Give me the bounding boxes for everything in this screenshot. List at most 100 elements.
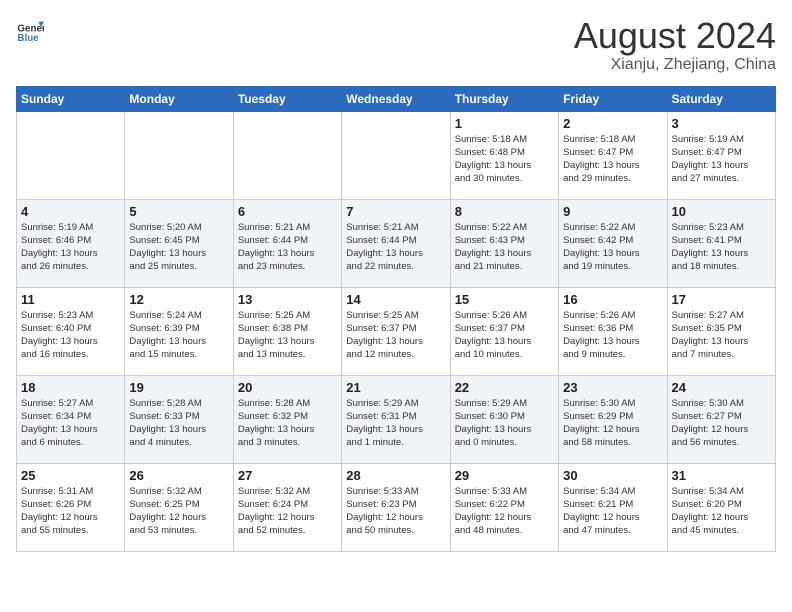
column-header-monday: Monday: [125, 86, 233, 111]
calendar-cell: 19Sunrise: 5:28 AM Sunset: 6:33 PM Dayli…: [125, 375, 233, 463]
day-info: Sunrise: 5:25 AM Sunset: 6:37 PM Dayligh…: [346, 309, 445, 362]
calendar-cell: 12 Sunrise: 5:24 AM Sunset: 6:39 PM Dayli…: [125, 287, 233, 375]
calendar-cell: 17 Sunrise: 5:27 AM Sunset: 6:35 PM Dayli…: [667, 287, 775, 375]
calendar-cell: [125, 111, 233, 199]
calendar-week-row: 1Sunrise: 5:18 AM Sunset: 6:48 PM Daylig…: [17, 111, 776, 199]
day-number: 7: [346, 204, 445, 219]
day-number: 2: [563, 116, 662, 131]
day-info: Sunrise: 5:32 AM Sunset: 6:25 PM Dayligh…: [129, 485, 228, 538]
column-header-thursday: Thursday: [450, 86, 558, 111]
day-number: 5: [129, 204, 228, 219]
location-subtitle: Xianju, Zhejiang, China: [574, 56, 776, 74]
calendar-week-row: 4Sunrise: 5:19 AM Sunset: 6:46 PM Daylig…: [17, 199, 776, 287]
day-number: 15: [455, 292, 554, 307]
calendar-cell: 15Sunrise: 5:26 AM Sunset: 6:37 PM Dayli…: [450, 287, 558, 375]
calendar-week-row: 18Sunrise: 5:27 AM Sunset: 6:34 PM Dayli…: [17, 375, 776, 463]
day-number: 20: [238, 380, 337, 395]
calendar-cell: 7 Sunrise: 5:21 AM Sunset: 6:44 PM Daylig…: [342, 199, 450, 287]
calendar-cell: 4Sunrise: 5:19 AM Sunset: 6:46 PM Daylig…: [17, 199, 125, 287]
day-info: Sunrise: 5:29 AM Sunset: 6:30 PM Dayligh…: [455, 397, 554, 450]
day-info: Sunrise: 5:22 AM Sunset: 6:43 PM Dayligh…: [455, 221, 554, 274]
calendar-cell: 23Sunrise: 5:30 AM Sunset: 6:29 PM Dayli…: [559, 375, 667, 463]
day-info: Sunrise: 5:34 AM Sunset: 6:20 PM Dayligh…: [672, 485, 771, 538]
day-number: 24: [672, 380, 771, 395]
calendar-cell: 9 Sunrise: 5:22 AM Sunset: 6:42 PM Daylig…: [559, 199, 667, 287]
day-number: 13: [238, 292, 337, 307]
day-info: Sunrise: 5:34 AM Sunset: 6:21 PM Dayligh…: [563, 485, 662, 538]
day-number: 14: [346, 292, 445, 307]
day-number: 27: [238, 468, 337, 483]
day-info: Sunrise: 5:21 AM Sunset: 6:44 PM Dayligh…: [346, 221, 445, 274]
calendar-cell: 8Sunrise: 5:22 AM Sunset: 6:43 PM Daylig…: [450, 199, 558, 287]
day-number: 17: [672, 292, 771, 307]
calendar-cell: 28 Sunrise: 5:33 AM Sunset: 6:23 PM Dayli…: [342, 463, 450, 551]
calendar-cell: [17, 111, 125, 199]
calendar-table: SundayMondayTuesdayWednesdayThursdayFrid…: [16, 86, 776, 552]
svg-text:Blue: Blue: [17, 33, 39, 44]
day-info: Sunrise: 5:30 AM Sunset: 6:27 PM Dayligh…: [672, 397, 771, 450]
day-info: Sunrise: 5:27 AM Sunset: 6:35 PM Dayligh…: [672, 309, 771, 362]
calendar-header-row: SundayMondayTuesdayWednesdayThursdayFrid…: [17, 86, 776, 111]
day-info: Sunrise: 5:24 AM Sunset: 6:39 PM Dayligh…: [129, 309, 228, 362]
calendar-cell: 2 Sunrise: 5:18 AM Sunset: 6:47 PM Daylig…: [559, 111, 667, 199]
day-info: Sunrise: 5:32 AM Sunset: 6:24 PM Dayligh…: [238, 485, 337, 538]
calendar-cell: 22 Sunrise: 5:29 AM Sunset: 6:30 PM Dayli…: [450, 375, 558, 463]
column-header-wednesday: Wednesday: [342, 86, 450, 111]
column-header-friday: Friday: [559, 86, 667, 111]
day-info: Sunrise: 5:27 AM Sunset: 6:34 PM Dayligh…: [21, 397, 120, 450]
day-number: 4: [21, 204, 120, 219]
day-number: 6: [238, 204, 337, 219]
calendar-cell: 1Sunrise: 5:18 AM Sunset: 6:48 PM Daylig…: [450, 111, 558, 199]
day-info: Sunrise: 5:18 AM Sunset: 6:47 PM Dayligh…: [563, 133, 662, 186]
day-number: 19: [129, 380, 228, 395]
day-info: Sunrise: 5:28 AM Sunset: 6:32 PM Dayligh…: [238, 397, 337, 450]
calendar-cell: 29 Sunrise: 5:33 AM Sunset: 6:22 PM Dayli…: [450, 463, 558, 551]
calendar-week-row: 11 Sunrise: 5:23 AM Sunset: 6:40 PM Dayli…: [17, 287, 776, 375]
day-info: Sunrise: 5:21 AM Sunset: 6:44 PM Dayligh…: [238, 221, 337, 274]
day-info: Sunrise: 5:20 AM Sunset: 6:45 PM Dayligh…: [129, 221, 228, 274]
day-info: Sunrise: 5:31 AM Sunset: 6:26 PM Dayligh…: [21, 485, 120, 538]
calendar-week-row: 25Sunrise: 5:31 AM Sunset: 6:26 PM Dayli…: [17, 463, 776, 551]
calendar-cell: 10 Sunrise: 5:23 AM Sunset: 6:41 PM Dayli…: [667, 199, 775, 287]
day-info: Sunrise: 5:22 AM Sunset: 6:42 PM Dayligh…: [563, 221, 662, 274]
day-info: Sunrise: 5:33 AM Sunset: 6:22 PM Dayligh…: [455, 485, 554, 538]
calendar-cell: 24 Sunrise: 5:30 AM Sunset: 6:27 PM Dayli…: [667, 375, 775, 463]
calendar-cell: 6 Sunrise: 5:21 AM Sunset: 6:44 PM Daylig…: [233, 199, 341, 287]
calendar-cell: 25Sunrise: 5:31 AM Sunset: 6:26 PM Dayli…: [17, 463, 125, 551]
calendar-cell: 13Sunrise: 5:25 AM Sunset: 6:38 PM Dayli…: [233, 287, 341, 375]
calendar-cell: 3 Sunrise: 5:19 AM Sunset: 6:47 PM Daylig…: [667, 111, 775, 199]
day-info: Sunrise: 5:19 AM Sunset: 6:47 PM Dayligh…: [672, 133, 771, 186]
day-number: 12: [129, 292, 228, 307]
day-info: Sunrise: 5:30 AM Sunset: 6:29 PM Dayligh…: [563, 397, 662, 450]
day-number: 28: [346, 468, 445, 483]
column-header-sunday: Sunday: [17, 86, 125, 111]
page-header: General Blue August 2024 Xianju, Zhejian…: [16, 16, 776, 74]
day-number: 10: [672, 204, 771, 219]
day-number: 30: [563, 468, 662, 483]
column-header-tuesday: Tuesday: [233, 86, 341, 111]
calendar-cell: 5 Sunrise: 5:20 AM Sunset: 6:45 PM Daylig…: [125, 199, 233, 287]
day-number: 1: [455, 116, 554, 131]
calendar-cell: 11 Sunrise: 5:23 AM Sunset: 6:40 PM Dayli…: [17, 287, 125, 375]
calendar-cell: 16 Sunrise: 5:26 AM Sunset: 6:36 PM Dayli…: [559, 287, 667, 375]
day-number: 21: [346, 380, 445, 395]
day-number: 3: [672, 116, 771, 131]
title-block: August 2024 Xianju, Zhejiang, China: [574, 16, 776, 74]
column-header-saturday: Saturday: [667, 86, 775, 111]
day-number: 16: [563, 292, 662, 307]
day-number: 29: [455, 468, 554, 483]
day-info: Sunrise: 5:33 AM Sunset: 6:23 PM Dayligh…: [346, 485, 445, 538]
day-number: 9: [563, 204, 662, 219]
calendar-cell: 21Sunrise: 5:29 AM Sunset: 6:31 PM Dayli…: [342, 375, 450, 463]
calendar-cell: 30 Sunrise: 5:34 AM Sunset: 6:21 PM Dayli…: [559, 463, 667, 551]
day-info: Sunrise: 5:23 AM Sunset: 6:40 PM Dayligh…: [21, 309, 120, 362]
day-info: Sunrise: 5:26 AM Sunset: 6:36 PM Dayligh…: [563, 309, 662, 362]
calendar-cell: 20 Sunrise: 5:28 AM Sunset: 6:32 PM Dayli…: [233, 375, 341, 463]
calendar-cell: 31Sunrise: 5:34 AM Sunset: 6:20 PM Dayli…: [667, 463, 775, 551]
day-number: 11: [21, 292, 120, 307]
calendar-cell: 26 Sunrise: 5:32 AM Sunset: 6:25 PM Dayli…: [125, 463, 233, 551]
day-number: 26: [129, 468, 228, 483]
logo: General Blue: [16, 16, 44, 44]
day-number: 22: [455, 380, 554, 395]
day-info: Sunrise: 5:23 AM Sunset: 6:41 PM Dayligh…: [672, 221, 771, 274]
